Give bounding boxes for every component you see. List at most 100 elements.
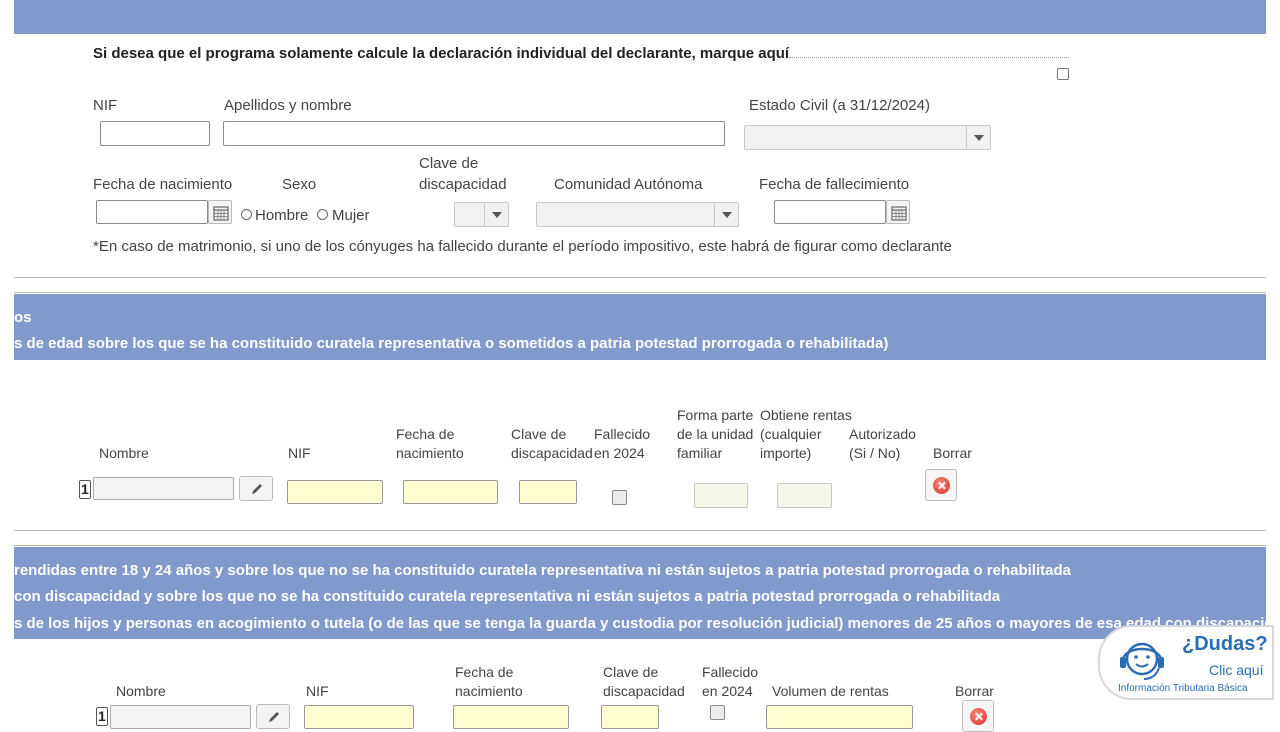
col-obtiene-header-3: importe) [760, 445, 812, 461]
row-obtiene-rentas-input[interactable] [777, 483, 832, 508]
sexo-hombre-radio[interactable] [241, 209, 252, 220]
row-volumen-rentas-input[interactable] [766, 705, 913, 729]
estado-civil-select[interactable] [744, 125, 991, 150]
clave-discapacidad-label-2: discapacidad [419, 176, 507, 193]
row-number: 1 [96, 707, 108, 726]
col-clave-header-2: discapacidad [603, 683, 685, 699]
col-fallecido-header-2: en 2024 [594, 445, 645, 461]
row-delete-button[interactable] [925, 469, 957, 501]
col-autorizado-header-2: (Si / No) [849, 445, 901, 461]
col-fallecido-header-2: en 2024 [702, 683, 753, 699]
top-header-band [0, 0, 1266, 34]
fecha-nacimiento-calendar-button[interactable] [208, 200, 232, 224]
apellidos-nombre-input[interactable] [223, 121, 725, 146]
row-number: 1 [79, 480, 91, 499]
row-fecha-nacimiento-input[interactable] [403, 480, 498, 504]
fecha-fallecimiento-input[interactable] [774, 200, 886, 224]
col-nif-header: NIF [306, 683, 329, 699]
edit-nombre-button[interactable] [239, 476, 273, 501]
right-margin [1266, 0, 1280, 720]
dudas-help-widget[interactable]: ¿Dudas? Clic aquí Información Tributaria… [1098, 625, 1274, 700]
col-fallecido-header-1: Fallecido [594, 426, 651, 442]
dudas-link[interactable]: Clic aquí [1209, 662, 1263, 678]
col-obtiene-header-2: (cualquier [760, 426, 822, 442]
matrimonio-note: *En caso de matrimonio, si uno de los có… [93, 238, 952, 255]
mujer-label: Mujer [332, 207, 370, 224]
individual-declaration-checkbox[interactable] [1057, 68, 1069, 80]
estado-civil-label: Estado Civil (a 31/12/2024) [749, 97, 930, 114]
dudas-title: ¿Dudas? [1182, 633, 1268, 655]
col-fecha-header-2: nacimiento [396, 445, 464, 461]
section3-title-line-1: rendidas entre 18 y 24 años y sobre los … [14, 562, 1071, 579]
apellidos-label: Apellidos y nombre [224, 97, 352, 114]
hombre-label: Hombre [255, 207, 309, 224]
row-delete-button[interactable] [962, 700, 994, 732]
row-nif-input[interactable] [304, 705, 414, 729]
row-fecha-nacimiento-input[interactable] [453, 705, 569, 729]
section3-title-line-3: s de los hijos y personas en acogimiento… [14, 615, 1266, 632]
col-fecha-header-2: nacimiento [455, 683, 523, 699]
row-nombre-input[interactable] [93, 477, 234, 500]
fecha-fallecimiento-calendar-button[interactable] [886, 200, 910, 224]
section2-header-band: os s de edad sobre los que se ha constit… [0, 294, 1266, 360]
section2-title-line-2: s de edad sobre los que se ha constituid… [14, 335, 889, 352]
nif-label: NIF [93, 97, 118, 114]
fecha-nacimiento-label: Fecha de nacimiento [93, 176, 233, 193]
col-clave-header-1: Clave de [603, 664, 659, 680]
col-forma-header-1: Forma parte [677, 407, 754, 423]
row-clave-discapacidad-input[interactable] [519, 480, 577, 504]
edit-nombre-button[interactable] [256, 704, 290, 729]
col-clave-header-1: Clave de [511, 426, 567, 442]
left-margin [0, 0, 14, 720]
individual-declaration-label: Si desea que el programa solamente calcu… [93, 45, 790, 62]
pencil-icon [252, 484, 262, 494]
section2-title-line-1: os [14, 309, 32, 326]
row-fallecido-checkbox[interactable] [710, 705, 725, 720]
comunidad-autonoma-select[interactable] [536, 202, 739, 227]
pencil-icon [269, 712, 279, 722]
col-nif-header: NIF [288, 445, 311, 461]
row-fallecido-checkbox[interactable] [612, 490, 627, 505]
separator [14, 530, 1266, 531]
chevron-down-icon [714, 203, 738, 226]
section3-title-line-2: con discapacidad y sobre los que no se h… [14, 588, 1001, 605]
chevron-down-icon [484, 203, 508, 226]
separator [14, 545, 1266, 546]
fecha-nacimiento-input[interactable] [96, 200, 208, 224]
row-nif-input[interactable] [287, 480, 383, 504]
sexo-mujer-radio[interactable] [317, 209, 328, 220]
col-fecha-header-1: Fecha de [396, 426, 455, 442]
col-fallecido-header-1: Fallecido [702, 664, 759, 680]
calendar-icon [213, 206, 229, 221]
nif-input[interactable] [100, 121, 210, 146]
col-nombre-header: Nombre [116, 683, 166, 699]
col-obtiene-header-1: Obtiene rentas [760, 407, 852, 423]
section3-header-band: rendidas entre 18 y 24 años y sobre los … [0, 547, 1266, 639]
separator [14, 292, 1266, 293]
col-nombre-header: Nombre [99, 445, 149, 461]
clave-discapacidad-select[interactable] [454, 202, 509, 227]
col-borrar-header: Borrar [933, 445, 972, 461]
col-borrar-header: Borrar [955, 683, 994, 699]
col-forma-header-3: familiar [677, 445, 723, 461]
comunidad-label: Comunidad Autónoma [554, 176, 703, 193]
clave-discapacidad-label-1: Clave de [419, 155, 479, 172]
delete-icon [970, 708, 987, 725]
col-clave-header-2: discapacidad [511, 445, 593, 461]
dotted-leader [789, 57, 1069, 58]
dudas-subtitle: Información Tributaria Básica [1118, 683, 1248, 694]
row-clave-discapacidad-input[interactable] [601, 705, 659, 729]
row-forma-parte-input[interactable] [694, 483, 748, 508]
row-nombre-input[interactable] [110, 705, 251, 729]
support-agent-icon [1120, 642, 1164, 680]
fecha-fallecimiento-label: Fecha de fallecimiento [759, 176, 910, 193]
separator [14, 277, 1266, 278]
calendar-icon [891, 206, 907, 221]
chevron-down-icon [966, 126, 990, 149]
col-fecha-header-1: Fecha de [455, 664, 514, 680]
col-volumen-header: Volumen de rentas [772, 683, 889, 699]
sexo-label: Sexo [282, 176, 317, 193]
col-forma-header-2: de la unidad [677, 426, 754, 442]
delete-icon [933, 477, 950, 494]
col-autorizado-header-1: Autorizado [849, 426, 916, 442]
